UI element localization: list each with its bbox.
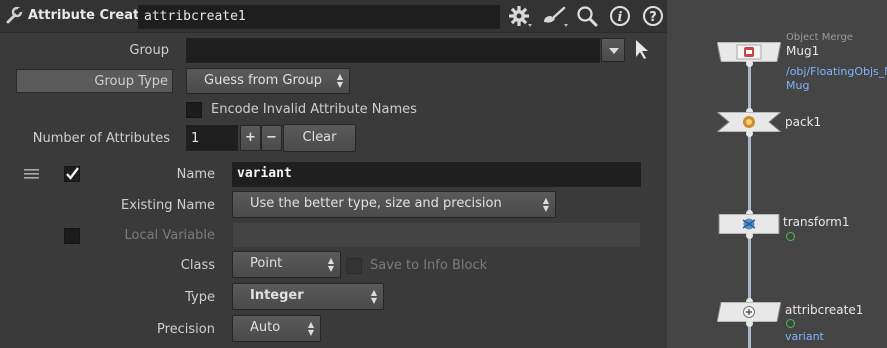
local-variable-checkbox[interactable] [64, 228, 80, 244]
name-label: Name [176, 167, 215, 182]
svg-text:?: ? [649, 10, 657, 25]
node-name-value: attribcreate1 [144, 9, 246, 24]
node-display-flag-icon [786, 232, 795, 241]
name-value: variant [237, 166, 292, 181]
node-attribcreate1-name: attribcreate1 [785, 303, 864, 317]
parameter-pane: Attribute Create attribcreate1 i ? Group… [0, 0, 667, 348]
encode-invalid-checkbox[interactable] [186, 102, 202, 118]
existing-name-menu[interactable]: Use the better type, size and precision … [232, 191, 556, 218]
checkmark-icon [66, 167, 79, 180]
parameter-header: Attribute Create attribcreate1 i ? [0, 0, 667, 33]
updown-arrows-icon: ▲ ▼ [336, 72, 344, 89]
add-attribute-button[interactable]: + [240, 125, 261, 151]
save-info-block-checkbox[interactable] [346, 258, 362, 274]
clear-button[interactable]: Clear [283, 124, 356, 152]
class-label: Class [180, 258, 215, 273]
num-attributes-label: Number of Attributes [32, 131, 170, 146]
node-type-label: Attribute Create [28, 8, 149, 23]
node-output-dot [746, 320, 753, 327]
num-attributes-field[interactable]: 1 [186, 125, 238, 151]
node-transform1-name: transform1 [783, 215, 850, 229]
updown-arrows-icon: ▲ ▼ [370, 287, 378, 305]
name-field[interactable]: variant [232, 162, 641, 187]
node-attribcreate1-info: variant [785, 330, 824, 343]
class-menu[interactable]: Point ▲ ▼ [232, 251, 341, 278]
updown-arrows-icon: ▲ ▼ [327, 255, 335, 273]
node-mug1-path-2: Mug [786, 79, 810, 92]
group-type-label: Group Type [94, 74, 168, 89]
class-value: Point [250, 256, 283, 271]
save-info-block-label: Save to Info Block [370, 258, 488, 273]
wire-pack-to-transform [748, 132, 751, 214]
group-type-menu[interactable]: Guess from Group ▲ ▼ [186, 68, 350, 94]
node-mug1[interactable] [716, 41, 782, 63]
node-output-dot [746, 60, 753, 67]
drag-handle-icon[interactable] [24, 168, 40, 180]
node-output-dot [746, 232, 753, 239]
search-icon[interactable] [576, 5, 598, 27]
network-view[interactable]: Object Merge Mug1 /obj/FloatingObjs_M Mu… [667, 0, 887, 348]
enable-attribute-checkbox[interactable] [64, 166, 80, 182]
group-dropdown-button[interactable] [601, 38, 625, 62]
node-display-flag-icon [786, 319, 795, 328]
info-icon[interactable]: i [609, 5, 631, 27]
num-attributes-value: 1 [191, 131, 200, 146]
help-icon[interactable]: ? [642, 5, 664, 27]
node-name-field[interactable]: attribcreate1 [138, 5, 500, 29]
node-pack1[interactable] [715, 111, 783, 133]
node-attribcreate1[interactable] [716, 301, 782, 323]
wire-transform-to-attribcreate [748, 234, 751, 302]
existing-name-label: Existing Name [121, 198, 215, 213]
chevron-down-icon [609, 48, 619, 54]
node-mug1-name: Mug1 [786, 44, 820, 58]
node-type-label: Object Merge [786, 32, 853, 43]
brush-icon[interactable] [540, 5, 570, 29]
svg-text:i: i [618, 10, 623, 25]
node-pack1-name: pack1 [785, 115, 822, 129]
group-label: Group [129, 43, 169, 58]
select-arrow-icon[interactable] [634, 38, 652, 60]
type-menu[interactable]: Integer ▲ ▼ [232, 283, 384, 310]
gear-icon[interactable] [508, 5, 534, 29]
group-field[interactable] [186, 38, 600, 63]
node-mug1-path: /obj/FloatingObjs_M [786, 65, 887, 78]
precision-value: Auto [250, 320, 281, 335]
local-variable-label: Local Variable [124, 228, 215, 243]
type-value: Integer [250, 288, 304, 303]
group-type-label-box: Group Type [16, 69, 173, 93]
type-label: Type [185, 290, 215, 305]
updown-arrows-icon: ▲ ▼ [542, 195, 550, 213]
precision-menu[interactable]: Auto ▲ ▼ [232, 315, 321, 342]
precision-label: Precision [156, 322, 215, 337]
node-output-dot [746, 130, 753, 137]
group-type-value: Guess from Group [204, 73, 322, 88]
updown-arrows-icon: ▲ ▼ [307, 319, 315, 337]
existing-name-value: Use the better type, size and precision [250, 196, 502, 211]
wrench-icon[interactable] [4, 6, 24, 26]
wire-mug-to-pack [748, 62, 751, 112]
node-transform1[interactable] [717, 213, 781, 235]
local-variable-field [232, 222, 641, 248]
encode-invalid-label: Encode Invalid Attribute Names [211, 102, 417, 117]
remove-attribute-button[interactable]: − [261, 125, 282, 151]
